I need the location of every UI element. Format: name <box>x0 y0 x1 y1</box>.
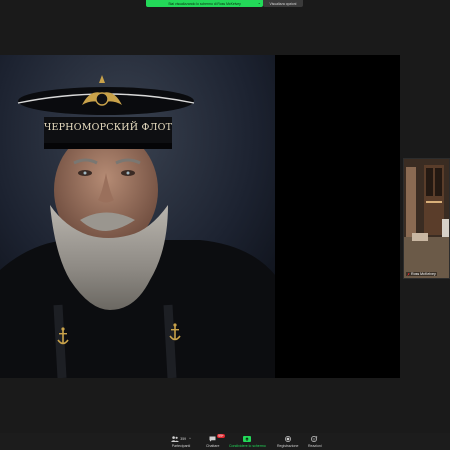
participants-icon: 359 ^ <box>170 434 192 443</box>
record-icon <box>283 434 293 443</box>
participant-video-tile[interactable]: Ross McKelvey <box>403 158 450 279</box>
participant-name-label: Ross McKelvey <box>406 272 437 276</box>
chevron-down-icon[interactable]: ⌄ <box>258 0 261 5</box>
meeting-toolbar: 359 ^ Partecipanti 99+ Chattare Condivid… <box>0 433 450 450</box>
record-button[interactable]: Registrazione <box>277 434 298 448</box>
record-label: Registrazione <box>277 444 299 448</box>
caret-up-icon[interactable]: ^ <box>189 437 191 441</box>
view-options-button[interactable]: Visualizza opzioni <box>263 0 303 7</box>
black-area <box>275 55 400 378</box>
share-screen-button[interactable]: Condividere lo schermo <box>229 434 266 448</box>
chat-icon: 99+ <box>208 434 225 443</box>
reactions-label: Reazioni <box>308 444 322 448</box>
share-screen-icon <box>242 434 252 443</box>
shared-screen: ЧЕРНОМОРСКИЙ ФЛОТ <box>0 55 400 378</box>
share-screen-label: Condividere lo schermo <box>229 444 266 448</box>
portrait-photo: ЧЕРНОМОРСКИЙ ФЛОТ <box>0 55 275 378</box>
screen-share-banner[interactable]: Stai visualizzando lo schermo di Ross Mc… <box>146 0 263 7</box>
participants-count: 359 <box>180 436 187 441</box>
chat-label: Chattare <box>206 444 220 448</box>
view-options-label: Visualizza opzioni <box>269 1 297 6</box>
participant-name: Ross McKelvey <box>411 272 436 276</box>
chat-unread-badge: 99+ <box>217 434 225 438</box>
share-banner-text: Stai visualizzando lo schermo di Ross Mc… <box>168 1 241 6</box>
reactions-icon <box>310 434 320 443</box>
reactions-button[interactable]: Reazioni <box>308 434 322 448</box>
chat-button[interactable]: 99+ Chattare <box>206 434 225 448</box>
cap-ribbon-text: ЧЕРНОМОРСКИЙ ФЛОТ <box>44 122 173 133</box>
participants-label: Partecipanti <box>171 444 191 448</box>
participants-button[interactable]: 359 ^ Partecipanti <box>170 434 192 448</box>
mic-muted-icon <box>407 272 410 276</box>
